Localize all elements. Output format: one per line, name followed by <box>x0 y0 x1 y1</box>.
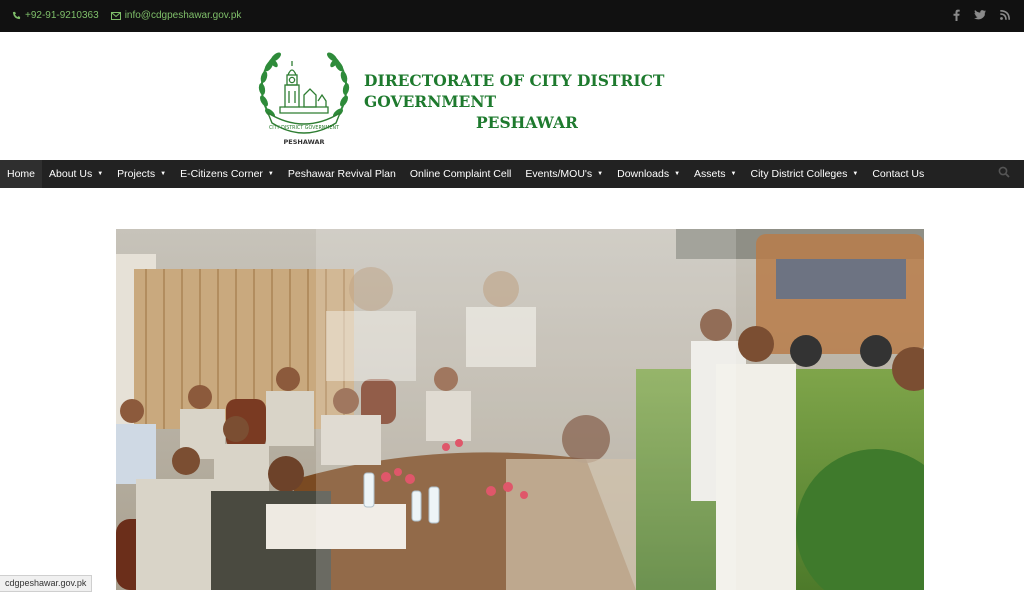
site-title-line-2: PESHAWAR <box>476 113 578 132</box>
city-district-government-logo[interactable]: CITY DISTRICT GOVERNMENT PESHAWAR <box>254 43 354 147</box>
email-contact[interactable]: info@cdgpeshawar.gov.pk <box>110 10 242 21</box>
nav-peshawar-revival-plan[interactable]: Peshawar Revival Plan <box>281 160 403 188</box>
nav-contact-us-label: Contact Us <box>872 168 925 180</box>
nav-home-label: Home <box>7 168 36 180</box>
nav-downloads[interactable]: Downloads ▼ <box>610 160 687 188</box>
nav-city-district-colleges[interactable]: City District Colleges ▼ <box>744 160 866 188</box>
nav-downloads-label: Downloads <box>617 168 670 180</box>
phone-icon <box>12 11 21 20</box>
browser-status-bar: cdgpeshawar.gov.pk <box>0 575 93 592</box>
site-title-line-1: DIRECTORATE OF CITY DISTRICT GOVERNMENT <box>364 71 665 111</box>
logo-caption: PESHAWAR <box>284 138 325 146</box>
social-links <box>953 9 1010 21</box>
caret-down-icon: ▼ <box>267 171 274 177</box>
logo-ribbon-text: CITY DISTRICT GOVERNMENT <box>269 125 339 131</box>
top-bar: +92-91-9210363 info@cdgpeshawar.gov.pk <box>0 0 1024 32</box>
hero-slider-image[interactable] <box>116 229 924 590</box>
nav-online-complaint-cell-label: Online Complaint Cell <box>409 168 512 180</box>
twitter-icon[interactable] <box>974 10 986 20</box>
caret-down-icon: ▼ <box>852 171 859 177</box>
nav-about-us[interactable]: About Us ▼ <box>42 160 110 188</box>
nav-events-mous[interactable]: Events/MOU's ▼ <box>518 160 610 188</box>
email-address: info@cdgpeshawar.gov.pk <box>124 10 242 21</box>
caret-down-icon: ▼ <box>730 171 737 177</box>
nav-assets[interactable]: Assets ▼ <box>687 160 743 188</box>
nav-assets-label: Assets <box>694 168 726 180</box>
nav-peshawar-revival-plan-label: Peshawar Revival Plan <box>287 168 396 180</box>
phone-number: +92-91-9210363 <box>25 10 99 21</box>
phone-contact[interactable]: +92-91-9210363 <box>12 10 99 21</box>
nav-projects[interactable]: Projects ▼ <box>110 160 173 188</box>
caret-down-icon: ▼ <box>97 171 104 177</box>
caret-down-icon: ▼ <box>674 171 681 177</box>
caret-down-icon: ▼ <box>160 171 167 177</box>
nav-e-citizens-corner-label: E-Citizens Corner <box>180 168 263 180</box>
nav-contact-us[interactable]: Contact Us <box>865 160 931 188</box>
nav-events-mous-label: Events/MOU's <box>525 168 593 180</box>
envelope-icon <box>110 11 121 20</box>
rss-icon[interactable] <box>1000 10 1010 20</box>
search-icon[interactable] <box>998 166 1010 181</box>
site-title[interactable]: DIRECTORATE OF CITY DISTRICT GOVERNMENT … <box>364 70 784 133</box>
caret-down-icon: ▼ <box>597 171 604 177</box>
contact-info: +92-91-9210363 info@cdgpeshawar.gov.pk <box>12 10 241 21</box>
nav-about-us-label: About Us <box>49 168 93 180</box>
nav-city-district-colleges-label: City District Colleges <box>750 168 848 180</box>
nav-online-complaint-cell[interactable]: Online Complaint Cell <box>403 160 519 188</box>
facebook-icon[interactable] <box>953 9 960 21</box>
nav-projects-label: Projects <box>117 168 156 180</box>
nav-e-citizens-corner[interactable]: E-Citizens Corner ▼ <box>173 160 281 188</box>
main-navigation: Home About Us ▼ Projects ▼ E-Citizens Corn… <box>0 160 1024 188</box>
nav-home[interactable]: Home <box>0 160 43 188</box>
